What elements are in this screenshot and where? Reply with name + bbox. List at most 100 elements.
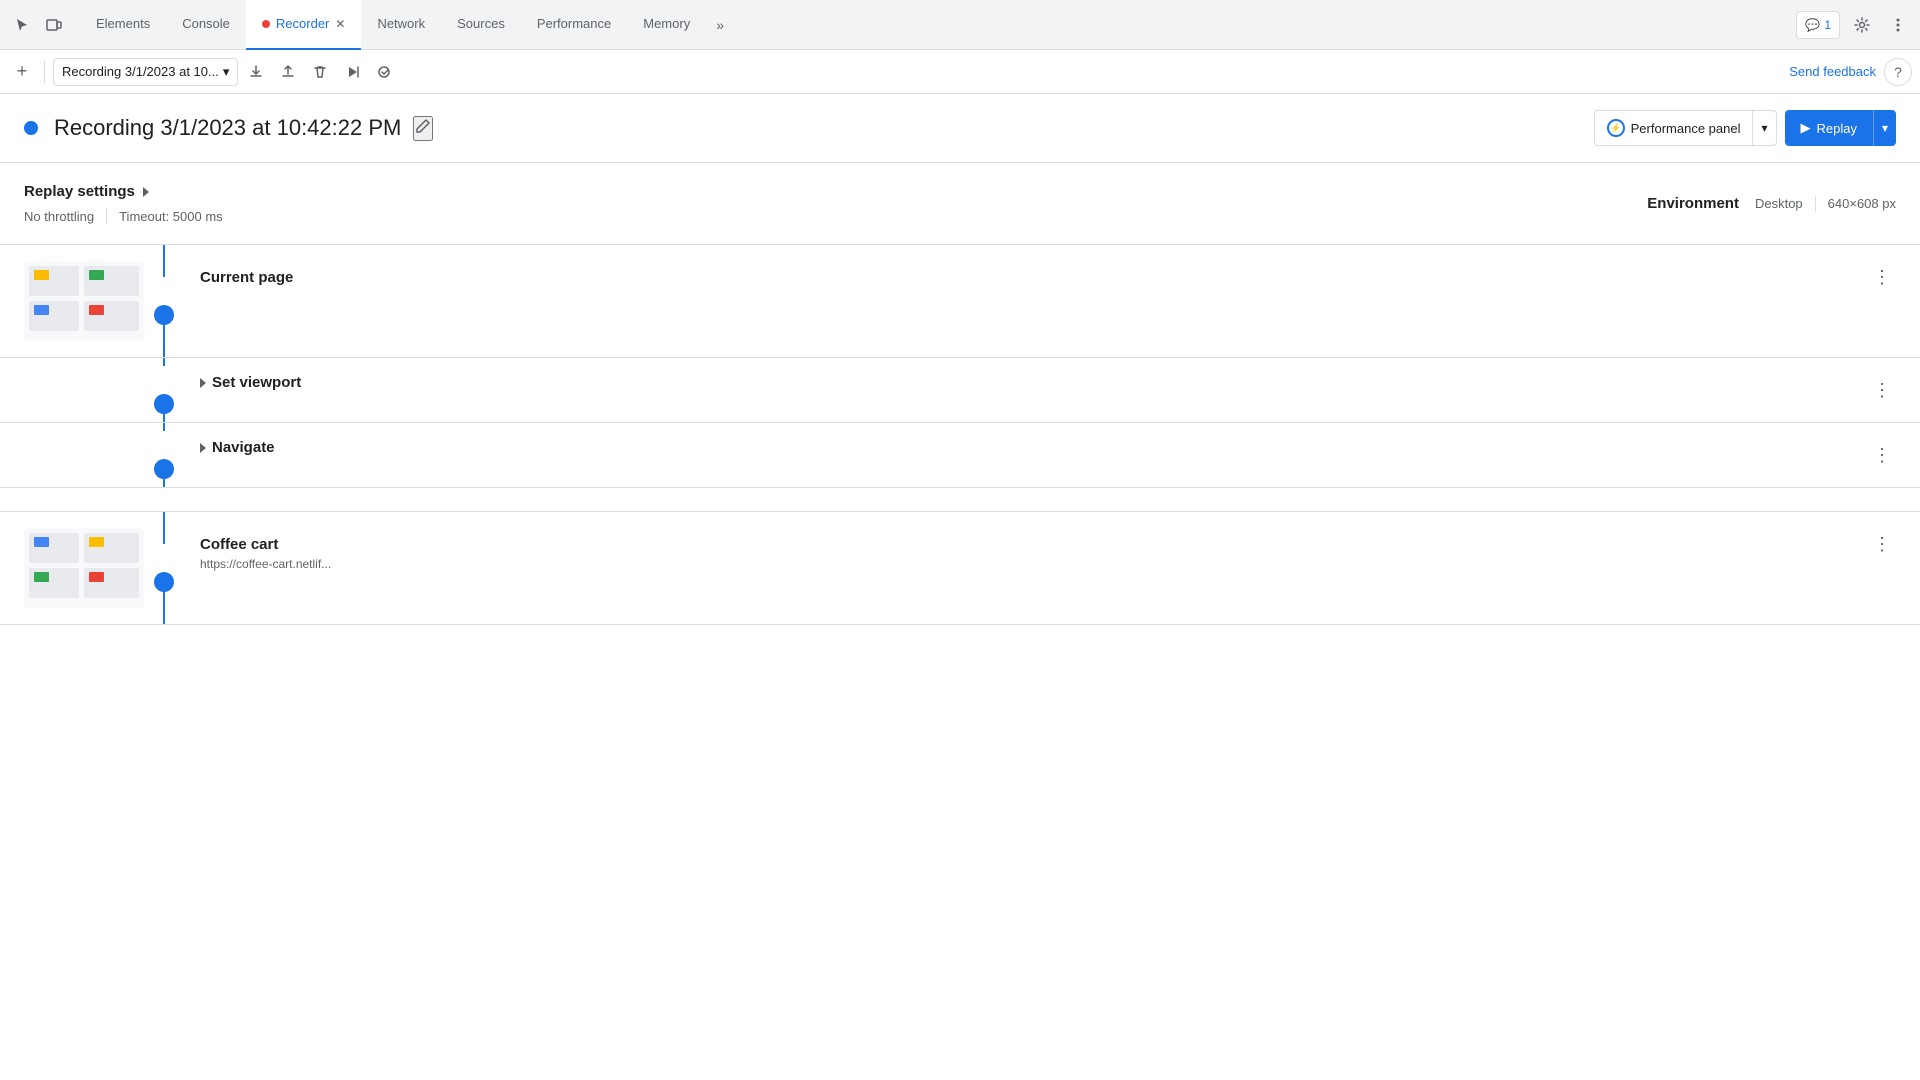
step-timeline-navigate	[144, 423, 184, 487]
more-tabs-icon: »	[716, 17, 724, 33]
tab-memory-label: Memory	[643, 16, 690, 31]
perf-panel-main: ⚡ Performance panel	[1595, 111, 1753, 145]
step-thumbnail-coffee-cart	[24, 528, 144, 608]
step-more-current-page[interactable]: ⋮	[1868, 263, 1896, 291]
recording-dot	[262, 20, 270, 28]
step-title-coffee-cart[interactable]: Coffee cart	[200, 536, 1852, 553]
step-thumbnail-current-page	[24, 261, 144, 341]
tab-elements-label: Elements	[96, 16, 150, 31]
step-content-set-viewport: Set viewport	[184, 358, 1868, 422]
toolbar: + Recording 3/1/2023 at 10... ▾ Send fee…	[0, 50, 1920, 94]
close-tab-icon[interactable]: ✕	[335, 17, 345, 31]
step-expand-set-viewport	[200, 378, 206, 388]
tab-bar-right: 💬 1	[1796, 11, 1912, 39]
step-group-navigate: Navigate ⋮	[0, 423, 1920, 488]
step-label-set-viewport: Set viewport	[212, 374, 301, 391]
perf-panel-icon: ⚡	[1607, 119, 1625, 137]
step-dot-current-page	[154, 305, 174, 325]
step-dot-coffee-cart	[154, 572, 174, 592]
toolbar-right: Send feedback ?	[1789, 58, 1912, 86]
tab-sources-label: Sources	[457, 16, 505, 31]
step-group-inner-current-page: Current page ⋮	[0, 245, 1920, 357]
toolbar-divider	[44, 60, 45, 84]
step-more-navigate[interactable]: ⋮	[1868, 441, 1896, 469]
replay-dropdown-arrow[interactable]: ▾	[1873, 110, 1896, 146]
replay-settings-title[interactable]: Replay settings	[24, 183, 223, 200]
environment-label: Environment	[1647, 195, 1739, 212]
timeout-value: Timeout: 5000 ms	[119, 209, 223, 224]
recording-selector-label: Recording 3/1/2023 at 10...	[62, 64, 219, 79]
step-dot-set-viewport	[154, 394, 174, 414]
tab-console-label: Console	[182, 16, 230, 31]
replay-settings-chevron	[143, 187, 149, 197]
step-timeline-set-viewport	[144, 358, 184, 422]
tab-network-label: Network	[377, 16, 425, 31]
step-group-inner-coffee-cart: Coffee cart https://coffee-cart.netlif..…	[0, 512, 1920, 624]
performance-panel-button[interactable]: ⚡ Performance panel ▾	[1594, 110, 1777, 146]
replay-play-icon: ▶	[1801, 120, 1811, 136]
tab-elements[interactable]: Elements	[80, 0, 166, 50]
header-right: ⚡ Performance panel ▾ ▶ Replay ▾	[1594, 110, 1896, 146]
env-divider	[1815, 196, 1816, 212]
tab-memory[interactable]: Memory	[627, 0, 706, 50]
tab-console[interactable]: Console	[166, 0, 246, 50]
tab-recorder[interactable]: Recorder ✕	[246, 0, 362, 50]
step-content-coffee-cart: Coffee cart https://coffee-cart.netlif..…	[184, 512, 1868, 624]
settings-button[interactable]	[1848, 11, 1876, 39]
tab-bar: Elements Console Recorder ✕ Network Sour…	[0, 0, 1920, 50]
edit-title-button[interactable]	[413, 116, 433, 141]
step-label-coffee-cart: Coffee cart	[200, 536, 278, 553]
chevron-down-icon: ▾	[223, 64, 230, 80]
step-no-thumb-set-viewport: Set viewport ⋮	[0, 358, 1920, 422]
help-button[interactable]: ?	[1884, 58, 1912, 86]
recording-status-dot	[24, 121, 38, 135]
step-url-coffee-cart: https://coffee-cart.netlif...	[200, 557, 1852, 571]
tab-recorder-label: Recorder	[276, 16, 329, 31]
desktop-label: Desktop	[1755, 196, 1803, 211]
step-gap	[0, 488, 1920, 512]
step-timeline-current-page	[144, 245, 184, 357]
perf-panel-dropdown-arrow[interactable]: ▾	[1752, 111, 1775, 145]
step-group-coffee-cart: Coffee cart https://coffee-cart.netlif..…	[0, 512, 1920, 625]
toggle-device-icon[interactable]	[40, 11, 68, 39]
send-feedback-link[interactable]: Send feedback	[1789, 64, 1876, 79]
recording-title: Recording 3/1/2023 at 10:42:22 PM	[54, 115, 401, 141]
settings-details: No throttling Timeout: 5000 ms	[24, 208, 223, 224]
more-tabs-button[interactable]: »	[706, 11, 734, 39]
delete-button[interactable]	[306, 58, 334, 86]
tab-performance[interactable]: Performance	[521, 0, 627, 50]
more-options-button[interactable]	[1884, 11, 1912, 39]
perf-panel-label: Performance panel	[1631, 121, 1741, 136]
step-more-coffee-cart[interactable]: ⋮	[1868, 530, 1896, 558]
notification-button[interactable]: 💬 1	[1796, 11, 1840, 39]
step-group-current-page: Current page ⋮	[0, 245, 1920, 358]
add-recording-button[interactable]: +	[8, 58, 36, 86]
step-title-navigate[interactable]: Navigate	[200, 439, 1852, 456]
recording-selector[interactable]: Recording 3/1/2023 at 10... ▾	[53, 58, 238, 86]
settings-right: Environment Desktop 640×608 px	[1647, 195, 1896, 212]
step-expand-navigate	[200, 443, 206, 453]
step-content-navigate: Navigate	[184, 423, 1868, 487]
notification-icon: 💬	[1805, 18, 1820, 32]
throttling-value: No throttling	[24, 209, 94, 224]
record-button[interactable]	[370, 58, 398, 86]
step-timeline-coffee-cart	[144, 512, 184, 624]
step-content-current-page: Current page	[184, 245, 1868, 357]
replay-label: Replay	[1817, 121, 1857, 136]
step-more-set-viewport[interactable]: ⋮	[1868, 376, 1896, 404]
step-label-navigate: Navigate	[212, 439, 275, 456]
tab-performance-label: Performance	[537, 16, 611, 31]
replay-main: ▶ Replay	[1785, 110, 1873, 146]
play-step-button[interactable]	[338, 58, 366, 86]
step-title-current-page[interactable]: Current page	[200, 269, 1852, 286]
cursor-icon[interactable]	[8, 11, 36, 39]
step-no-thumb-navigate: Navigate ⋮	[0, 423, 1920, 487]
import-button[interactable]	[274, 58, 302, 86]
export-button[interactable]	[242, 58, 270, 86]
tab-network[interactable]: Network	[361, 0, 441, 50]
add-icon: +	[17, 61, 28, 82]
notification-count: 1	[1824, 18, 1831, 32]
replay-button[interactable]: ▶ Replay ▾	[1785, 110, 1897, 146]
tab-sources[interactable]: Sources	[441, 0, 521, 50]
step-title-set-viewport[interactable]: Set viewport	[200, 374, 1852, 391]
